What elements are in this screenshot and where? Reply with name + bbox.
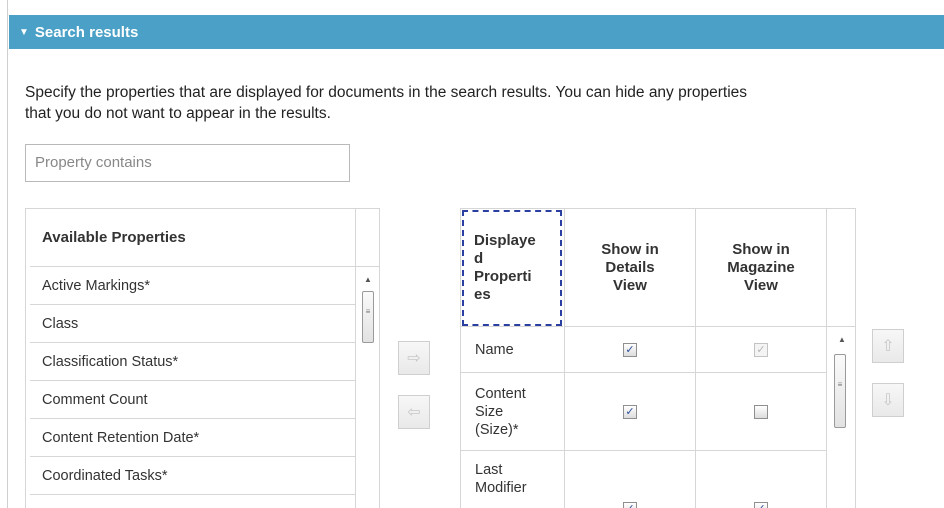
add-property-button[interactable]: ⇨ <box>398 341 430 375</box>
displayed-properties-column: Displaye d Properti es Name Content Size… <box>461 209 565 508</box>
list-item[interactable]: Active Markings* <box>30 267 355 305</box>
list-item[interactable]: Class <box>30 305 355 343</box>
arrow-down-icon: ⇩ <box>881 392 895 409</box>
show-in-details-header[interactable]: Show in Details View <box>565 209 695 327</box>
search-results-section-header[interactable]: ▼ Search results <box>9 15 944 49</box>
table-row-name-cell[interactable]: Content Size (Size)* <box>461 373 564 451</box>
scrollbar-thumb[interactable]: ≡ <box>834 354 846 428</box>
section-title: Search results <box>34 23 139 41</box>
move-up-button[interactable]: ⇧ <box>872 329 904 363</box>
details-checkbox-name[interactable]: ✓ <box>623 342 637 357</box>
list-item[interactable] <box>30 495 355 508</box>
property-filter-input[interactable]: Property contains <box>25 144 350 182</box>
description-line-2: that you do not want to appear in the re… <box>25 105 331 122</box>
table-row-name-cell[interactable]: Last Modifier <box>461 451 564 508</box>
section-description: Specify the properties that are displaye… <box>25 82 944 124</box>
scrollbar-thumb[interactable]: ≡ <box>362 291 374 343</box>
left-frame-border <box>0 0 8 508</box>
arrow-right-icon: ⇨ <box>407 350 421 367</box>
details-checkbox-content-size[interactable]: ✓ <box>623 404 637 419</box>
table-row-name-cell[interactable]: Name <box>461 327 564 373</box>
scroll-up-arrow-icon[interactable]: ▲ <box>838 335 846 344</box>
arrow-up-icon: ⇧ <box>881 338 895 355</box>
magazine-checkbox-name-disabled: ✓ <box>754 342 768 357</box>
available-properties-list: Available Properties Active Markings* Cl… <box>25 208 380 508</box>
table-cell: ✓ <box>696 327 826 373</box>
available-list-scrollbar[interactable]: ▲ ≡ <box>355 209 379 508</box>
collapse-caret-icon[interactable]: ▼ <box>19 27 29 38</box>
show-in-magazine-column: Show in Magazine View ✓ ✓ <box>696 209 827 508</box>
list-item[interactable]: Content Retention Date* <box>30 419 355 457</box>
available-properties-header[interactable]: Available Properties <box>30 209 355 267</box>
displayed-table-scrollbar[interactable]: ▲ ≡ <box>827 209 855 508</box>
scroll-grip-icon: ≡ <box>837 380 843 389</box>
show-in-details-column: Show in Details View ✓ ✓ ✓ <box>565 209 696 508</box>
table-cell: ✓ <box>565 451 695 508</box>
show-in-magazine-header[interactable]: Show in Magazine View <box>696 209 826 327</box>
displayed-properties-table: Displaye d Properti es Name Content Size… <box>460 208 856 508</box>
table-cell: ✓ <box>565 327 695 373</box>
list-item[interactable]: Classification Status* <box>30 343 355 381</box>
table-cell <box>696 373 826 451</box>
arrow-left-icon: ⇦ <box>407 404 421 421</box>
magazine-checkbox-content-size[interactable] <box>754 404 768 419</box>
scroll-up-arrow-icon[interactable]: ▲ <box>364 275 372 284</box>
move-down-button[interactable]: ⇩ <box>872 383 904 417</box>
table-cell: ✓ <box>696 451 826 508</box>
magazine-checkbox-last-modifier[interactable]: ✓ <box>754 502 768 508</box>
displayed-properties-header[interactable]: Displaye d Properti es <box>461 209 563 327</box>
details-checkbox-last-modifier[interactable]: ✓ <box>623 502 637 508</box>
scroll-grip-icon: ≡ <box>365 307 371 316</box>
list-item[interactable]: Coordinated Tasks* <box>30 457 355 495</box>
table-cell: ✓ <box>565 373 695 451</box>
list-item[interactable]: Comment Count <box>30 381 355 419</box>
description-line-1: Specify the properties that are displaye… <box>25 84 748 101</box>
remove-property-button[interactable]: ⇦ <box>398 395 430 429</box>
